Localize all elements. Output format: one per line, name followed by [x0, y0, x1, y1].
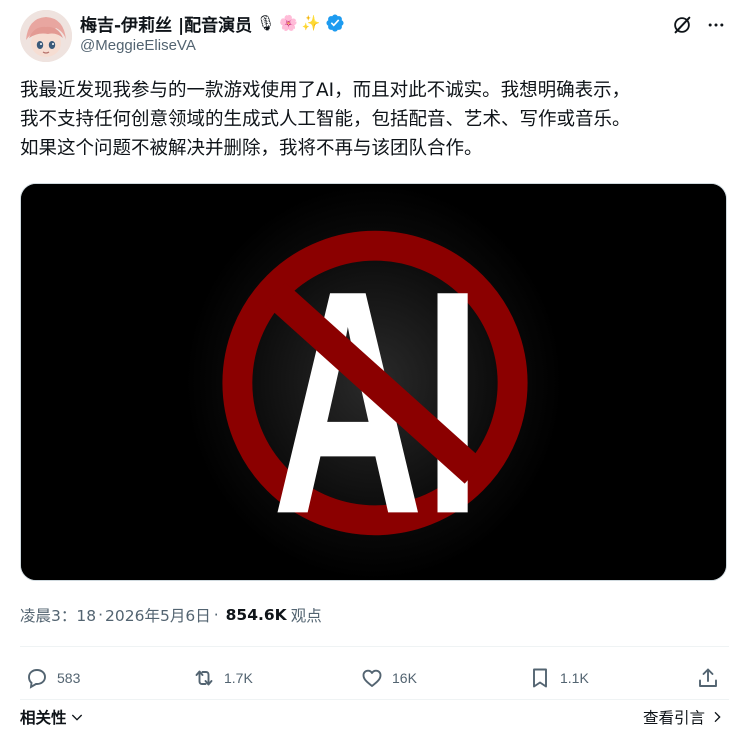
reply-button[interactable]: 583	[25, 661, 80, 695]
author-handle[interactable]: @MeggieEliseVA	[80, 37, 196, 54]
tweet-line: 如果这个问题不被解决并删除，我将不再与该团队合作。	[20, 138, 483, 159]
no-ai-graphic: AI	[21, 184, 726, 580]
avatar[interactable]	[20, 10, 72, 62]
sparkles-icon: ✨	[301, 13, 321, 32]
repost-count: 1.7K	[224, 670, 253, 686]
anime-avatar-icon	[20, 10, 72, 62]
views-label: 观点	[290, 607, 322, 625]
sort-label: 相关性	[20, 709, 67, 727]
chevron-right-icon	[714, 711, 721, 723]
tweet-date[interactable]: 2026年5月6日	[105, 604, 211, 626]
more-icon[interactable]	[703, 12, 729, 38]
heart-icon	[362, 669, 382, 687]
views-count: 854.6K	[225, 606, 287, 624]
share-icon	[699, 668, 717, 687]
like-button[interactable]: 16K	[360, 661, 417, 695]
chevron-down-icon	[71, 714, 82, 721]
meta-separator: ·	[98, 606, 104, 624]
divider	[20, 699, 729, 700]
share-button[interactable]	[696, 661, 720, 695]
reply-count: 583	[57, 670, 81, 686]
like-count: 16K	[392, 670, 417, 686]
bookmark-icon	[533, 668, 547, 688]
grok-icon[interactable]	[669, 12, 695, 38]
author-name-row[interactable]: 梅吉-伊莉丝 |配音演员 🎙 🌸 ✨	[80, 11, 345, 36]
cherry-blossom-icon: 🌸	[279, 13, 298, 32]
bookmark-count: 1.1K	[560, 670, 589, 686]
microphone-icon: 🎙	[256, 13, 276, 32]
tweet-line: 我最近发现我参与的一款游戏使用了AI，而且对此不诚实。我想明确表示，	[20, 80, 631, 101]
tweet-time[interactable]: 凌晨3：18	[20, 604, 96, 626]
sort-relevance-dropdown[interactable]: 相关性	[20, 706, 85, 728]
tweet-text: 我最近发现我参与的一款游戏使用了AI，而且对此不诚实。我想明确表示， 我不支持任…	[20, 76, 730, 163]
divider	[20, 646, 729, 647]
view-quotes-link[interactable]: 查看引言	[643, 706, 725, 728]
bookmark-button[interactable]: 1.1K	[528, 661, 589, 695]
tweet-line: 我不支持任何创意领域的生成式人工智能，包括配音、艺术、写作或音乐。	[20, 109, 631, 130]
action-bar: 583 1.7K 16K 1.1K	[20, 661, 729, 695]
verified-badge-icon[interactable]	[325, 13, 345, 33]
repost-icon	[195, 670, 213, 686]
repost-button[interactable]: 1.7K	[192, 661, 253, 695]
display-name[interactable]: 梅吉-伊莉丝 |配音演员	[80, 11, 252, 36]
tweet-image[interactable]: AI	[20, 183, 727, 581]
view-quotes-label: 查看引言	[642, 709, 705, 727]
reply-icon	[28, 669, 46, 689]
tweet-meta: 凌晨3：18 · 2026年5月6日 · 854.6K 观点	[20, 604, 322, 626]
meta-separator: ·	[213, 606, 219, 624]
